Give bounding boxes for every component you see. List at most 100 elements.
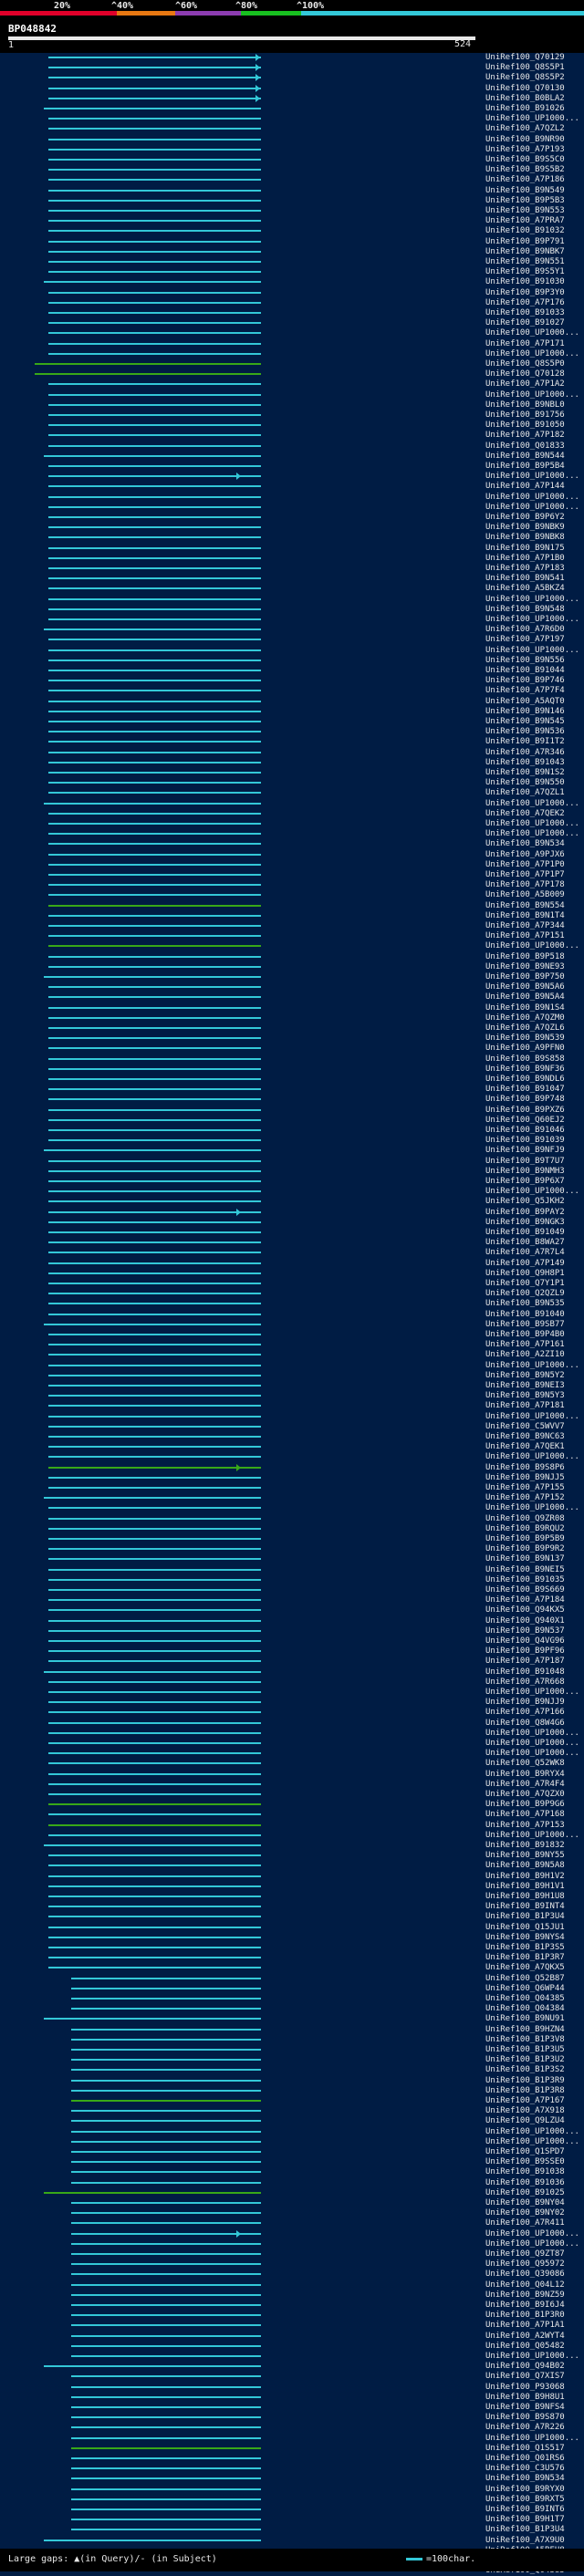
hit-row[interactable]: UniRef100_B9N1S2 bbox=[0, 768, 584, 778]
hit-row[interactable]: UniRef100_B9N541 bbox=[0, 574, 584, 584]
alignment-bar[interactable] bbox=[71, 2028, 261, 2031]
hit-row[interactable]: UniRef100_A7P344 bbox=[0, 921, 584, 931]
hit-row[interactable]: UniRef100_B9NE93 bbox=[0, 962, 584, 972]
hit-row[interactable]: UniRef100_B9N1T4 bbox=[0, 911, 584, 921]
alignment-bar[interactable] bbox=[48, 741, 261, 743]
alignment-bar[interactable] bbox=[48, 914, 261, 917]
hit-label[interactable]: UniRef100_A7PRA7 bbox=[485, 216, 565, 226]
hit-label[interactable]: UniRef100_B1P3U4 bbox=[485, 2525, 565, 2535]
hit-label[interactable]: UniRef100_A7P168 bbox=[485, 1810, 565, 1820]
hit-row[interactable]: UniRef100_B9NR90 bbox=[0, 135, 584, 145]
hit-row[interactable]: UniRef100_UP1000... bbox=[0, 1729, 584, 1739]
hit-label[interactable]: UniRef100_A7QZX0 bbox=[485, 1790, 565, 1800]
hit-row[interactable]: UniRef100_A7X918 bbox=[0, 2106, 584, 2116]
hit-label[interactable]: UniRef100_B1P3R7 bbox=[485, 1953, 565, 1963]
alignment-bar[interactable] bbox=[48, 680, 261, 682]
alignment-bar[interactable] bbox=[71, 2212, 261, 2215]
hit-row[interactable]: UniRef100_B9I6J4 bbox=[0, 2301, 584, 2311]
alignment-bar[interactable] bbox=[48, 77, 261, 79]
hit-label[interactable]: UniRef100_UP1000... bbox=[485, 328, 579, 338]
alignment-bar[interactable] bbox=[48, 1731, 261, 1734]
alignment-bar[interactable] bbox=[48, 965, 261, 968]
hit-label[interactable]: UniRef100_B9S5B2 bbox=[485, 165, 565, 175]
alignment-bar[interactable] bbox=[44, 1323, 261, 1325]
alignment-bar[interactable] bbox=[48, 118, 261, 120]
hit-row[interactable]: UniRef100_B9NU91 bbox=[0, 2014, 584, 2024]
hit-label[interactable]: UniRef100_A9PFN0 bbox=[485, 1044, 565, 1054]
alignment-bar[interactable] bbox=[48, 996, 261, 999]
hit-label[interactable]: UniRef100_B91047 bbox=[485, 1085, 565, 1095]
alignment-bar[interactable] bbox=[71, 1987, 261, 1989]
hit-label[interactable]: UniRef100_A7P1B0 bbox=[485, 554, 565, 564]
alignment-bar[interactable] bbox=[71, 2436, 261, 2439]
hit-row[interactable]: UniRef100_A7R4F4 bbox=[0, 1780, 584, 1790]
alignment-bar[interactable] bbox=[48, 874, 261, 876]
hit-row[interactable]: UniRef100_B9H1T7 bbox=[0, 2515, 584, 2525]
alignment-bar[interactable] bbox=[44, 1497, 261, 1500]
alignment-bar[interactable] bbox=[48, 87, 261, 89]
hit-row[interactable]: UniRef100_B91832 bbox=[0, 1841, 584, 1851]
alignment-bar[interactable] bbox=[48, 444, 261, 447]
alignment-bar[interactable] bbox=[48, 1037, 261, 1040]
alignment-bar[interactable] bbox=[71, 2059, 261, 2062]
alignment-bar[interactable] bbox=[71, 2355, 261, 2357]
alignment-bar[interactable] bbox=[48, 1456, 261, 1459]
hit-row[interactable]: UniRef100_UP1000... bbox=[0, 2239, 584, 2249]
hit-row[interactable]: UniRef100_B9N536 bbox=[0, 727, 584, 737]
hit-label[interactable]: UniRef100_B9RYX4 bbox=[485, 1770, 565, 1780]
hit-label[interactable]: UniRef100_A7P182 bbox=[485, 431, 565, 441]
hit-row[interactable]: UniRef100_UP1000... bbox=[0, 493, 584, 503]
alignment-bar[interactable] bbox=[48, 1385, 261, 1387]
hit-label[interactable]: UniRef100_B9NFJ9 bbox=[485, 1146, 565, 1156]
alignment-bar[interactable] bbox=[48, 526, 261, 529]
alignment-bar[interactable] bbox=[71, 2508, 261, 2510]
hit-row[interactable]: UniRef100_Q1S517 bbox=[0, 2444, 584, 2454]
hit-label[interactable]: UniRef100_A7QZL1 bbox=[485, 788, 565, 798]
alignment-bar[interactable] bbox=[48, 884, 261, 887]
hit-row[interactable]: UniRef100_A7QZM0 bbox=[0, 1013, 584, 1023]
alignment-bar[interactable] bbox=[48, 342, 261, 345]
hit-row[interactable]: UniRef100_A5B009 bbox=[0, 890, 584, 900]
hit-label[interactable]: UniRef100_B9NC63 bbox=[485, 1432, 565, 1442]
hit-row[interactable]: UniRef100_A7X9U0 bbox=[0, 2536, 584, 2546]
alignment-bar[interactable] bbox=[71, 2273, 261, 2276]
hit-label[interactable]: UniRef100_A7P193 bbox=[485, 145, 565, 155]
hit-row[interactable]: UniRef100_B9P746 bbox=[0, 676, 584, 686]
hit-label[interactable]: UniRef100_Q4VG96 bbox=[485, 1636, 565, 1646]
alignment-bar[interactable] bbox=[48, 1875, 261, 1877]
alignment-bar[interactable] bbox=[71, 2130, 261, 2133]
hit-label[interactable]: UniRef100_B9I1T2 bbox=[485, 737, 565, 747]
hit-label[interactable]: UniRef100_B9N550 bbox=[485, 778, 565, 788]
hit-row[interactable]: UniRef100_B9N548 bbox=[0, 605, 584, 615]
alignment-bar[interactable] bbox=[71, 2395, 261, 2398]
hit-row[interactable]: UniRef100_B9S5B2 bbox=[0, 165, 584, 175]
hit-label[interactable]: UniRef100_UP1000... bbox=[485, 2434, 579, 2444]
hit-label[interactable]: UniRef100_A7P197 bbox=[485, 635, 565, 645]
hit-row[interactable]: UniRef100_B91026 bbox=[0, 104, 584, 114]
hit-label[interactable]: UniRef100_B9H1V1 bbox=[485, 1882, 565, 1892]
hit-row[interactable]: UniRef100_B9H8U1 bbox=[0, 2393, 584, 2403]
alignment-bar[interactable] bbox=[71, 2385, 261, 2388]
hit-label[interactable]: UniRef100_A5AQT0 bbox=[485, 697, 565, 707]
hit-row[interactable]: UniRef100_A7P7F4 bbox=[0, 686, 584, 696]
hit-row[interactable]: UniRef100_B9H1U8 bbox=[0, 1892, 584, 1902]
hit-row[interactable]: UniRef100_A7P144 bbox=[0, 482, 584, 492]
alignment-bar[interactable] bbox=[71, 2100, 261, 2102]
hit-label[interactable]: UniRef100_B9NFS4 bbox=[485, 2403, 565, 2413]
hit-label[interactable]: UniRef100_B9NEI5 bbox=[485, 1565, 565, 1575]
hit-label[interactable]: UniRef100_A7P149 bbox=[485, 1259, 565, 1269]
hit-row[interactable]: UniRef100_A7P181 bbox=[0, 1401, 584, 1411]
alignment-bar[interactable] bbox=[71, 2161, 261, 2164]
hit-label[interactable]: UniRef100_UP1000... bbox=[485, 615, 579, 625]
alignment-bar[interactable] bbox=[48, 1833, 261, 1836]
alignment-bar[interactable] bbox=[48, 1885, 261, 1887]
alignment-bar[interactable] bbox=[48, 1782, 261, 1785]
hit-label[interactable]: UniRef100_B9PAY2 bbox=[485, 1208, 565, 1218]
hit-label[interactable]: UniRef100_UP1000... bbox=[485, 829, 579, 839]
hit-label[interactable]: UniRef100_B91046 bbox=[485, 1126, 565, 1136]
hit-row[interactable]: UniRef100_B9P5B9 bbox=[0, 1534, 584, 1544]
hit-label[interactable]: UniRef100_B9S858 bbox=[485, 1054, 565, 1065]
hit-row[interactable]: UniRef100_B9P748 bbox=[0, 1095, 584, 1105]
hit-row[interactable]: UniRef100_B9N554 bbox=[0, 901, 584, 911]
hit-label[interactable]: UniRef100_UP1000... bbox=[485, 799, 579, 809]
